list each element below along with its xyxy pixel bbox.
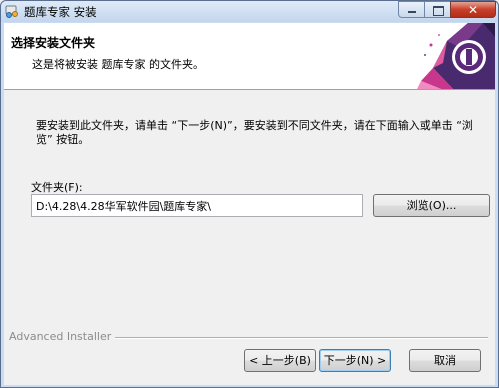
back-button[interactable]: < 上一步(B): [244, 349, 316, 372]
installer-window: 题库专家 安装 ✕ 选择安装文件夹 这是将被安装 题库专家 的文件夹。 要安装到…: [0, 0, 499, 388]
title-bar[interactable]: 题库专家 安装 ✕: [1, 1, 498, 22]
browse-button[interactable]: 浏览(O)...: [373, 194, 490, 217]
minimize-icon: [408, 11, 416, 13]
next-button[interactable]: 下一步(N) >: [319, 349, 391, 372]
close-button[interactable]: ✕: [450, 1, 496, 18]
maximize-icon: [433, 6, 444, 16]
folder-label: 文件夹(F):: [31, 181, 83, 194]
advanced-installer-logo: [417, 23, 495, 89]
maximize-button[interactable]: [424, 1, 451, 18]
installer-app-icon: [5, 5, 18, 18]
dialog-client-area: 选择安装文件夹 这是将被安装 题库专家 的文件夹。 要安装到此文件夹，请单击 “…: [4, 23, 495, 385]
page-subtitle: 这是将被安装 题库专家 的文件夹。: [32, 58, 204, 71]
folder-path-input[interactable]: D:\4.28\4.28华军软件园\题库专家\: [31, 194, 363, 217]
footer-divider: [104, 337, 488, 339]
brand-label: Advanced Installer: [9, 330, 116, 343]
page-title: 选择安装文件夹: [11, 36, 96, 50]
close-icon: ✕: [467, 3, 479, 17]
cancel-button[interactable]: 取消: [409, 349, 481, 372]
window-title: 题库专家 安装: [24, 5, 97, 19]
install-instructions: 要安装到此文件夹，请单击 “下一步(N)”，要安装到不同文件夹，请在下面输入或单…: [36, 119, 473, 146]
minimize-button[interactable]: [398, 1, 425, 18]
header-banner: 选择安装文件夹 这是将被安装 题库专家 的文件夹。: [4, 23, 495, 90]
